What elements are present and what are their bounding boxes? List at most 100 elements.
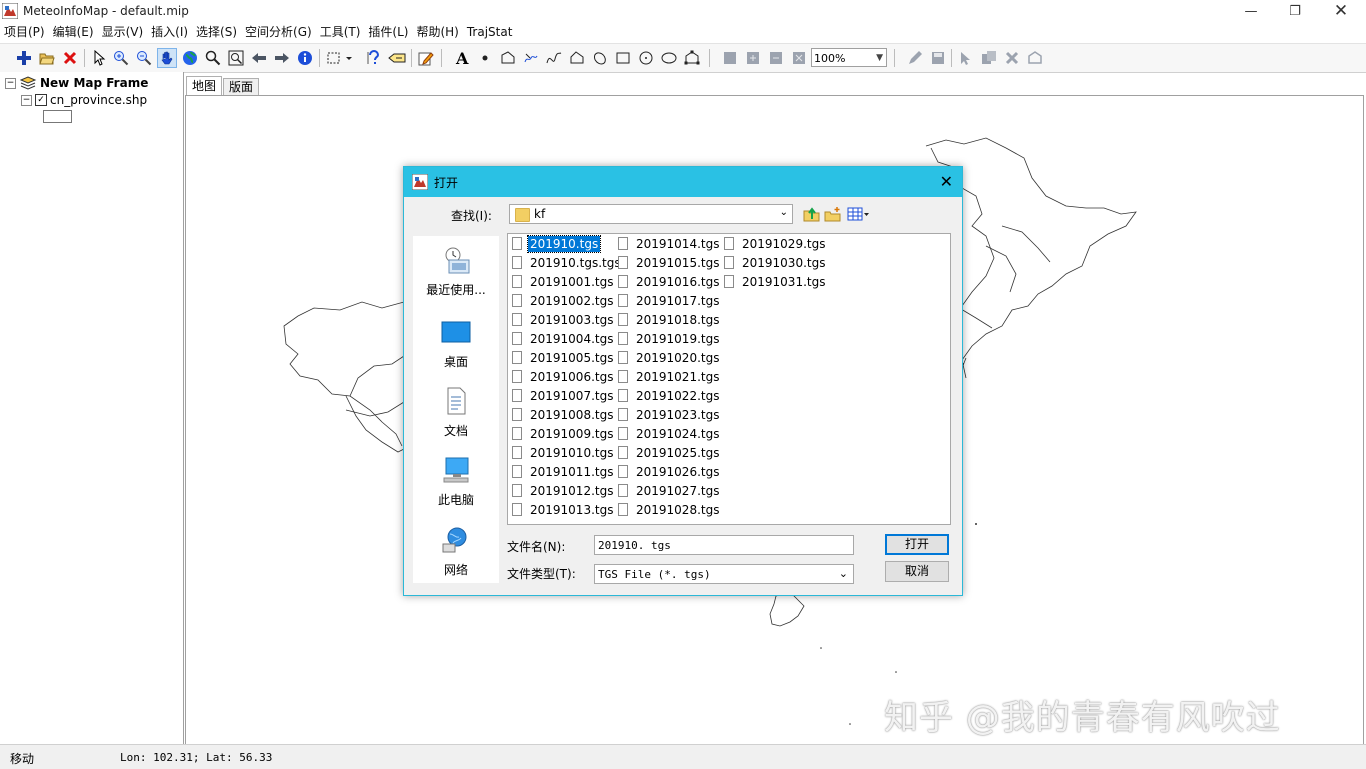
- file-item[interactable]: 20191024.tgs: [616, 424, 721, 443]
- select-feature-button[interactable]: [956, 48, 976, 68]
- filetype-select[interactable]: TGS File (*. tgs) ⌄: [594, 564, 854, 584]
- edit-feature-button[interactable]: [905, 48, 925, 68]
- select-by-rect-button[interactable]: [325, 48, 355, 68]
- file-item[interactable]: 20191004.tgs: [510, 329, 615, 348]
- map-frame-node[interactable]: − New Map Frame: [5, 76, 148, 90]
- file-item[interactable]: 20191005.tgs: [510, 348, 615, 367]
- save-edit-button[interactable]: [928, 48, 948, 68]
- menu-insert[interactable]: 插入(I): [147, 22, 192, 42]
- file-item[interactable]: 20191019.tgs: [616, 329, 721, 348]
- file-item[interactable]: 20191008.tgs: [510, 405, 615, 424]
- file-item[interactable]: 20191030.tgs: [722, 253, 827, 272]
- zoom-level-select[interactable]: 100% ▼: [811, 48, 887, 67]
- file-item[interactable]: 20191025.tgs: [616, 443, 721, 462]
- polygon-tool-button[interactable]: [567, 48, 587, 68]
- previous-extent-button[interactable]: [249, 48, 269, 68]
- menu-edit[interactable]: 编辑(E): [49, 22, 98, 42]
- menu-view[interactable]: 显示(V): [98, 22, 148, 42]
- zoom-button[interactable]: [203, 48, 223, 68]
- cancel-button[interactable]: 取消: [885, 561, 949, 582]
- open-button[interactable]: 打开: [885, 534, 949, 555]
- file-list[interactable]: 201910.tgs 201910.tgs.tgs 20191001.tgs 2019…: [507, 233, 951, 525]
- place-documents[interactable]: 文档: [413, 387, 499, 439]
- next-extent-button[interactable]: [272, 48, 292, 68]
- freehand-tool-button[interactable]: [521, 48, 541, 68]
- tab-map[interactable]: 地图: [186, 76, 223, 96]
- file-item[interactable]: 20191003.tgs: [510, 310, 615, 329]
- file-item[interactable]: 20191010.tgs: [510, 443, 615, 462]
- layout-zoom-out-button[interactable]: [766, 48, 786, 68]
- layout-pan-button[interactable]: [789, 48, 809, 68]
- new-layout-button[interactable]: [720, 48, 740, 68]
- file-item[interactable]: 20191026.tgs: [616, 462, 721, 481]
- open-project-button[interactable]: [37, 48, 57, 68]
- zoom-to-layer-button[interactable]: [226, 48, 246, 68]
- layer-node[interactable]: − ✓ cn_province.shp: [21, 93, 147, 107]
- curve-polygon-tool-button[interactable]: [590, 48, 610, 68]
- place-network[interactable]: 网络: [413, 526, 499, 578]
- pan-tool-button[interactable]: [157, 48, 177, 68]
- place-this-pc[interactable]: 此电脑: [413, 456, 499, 508]
- file-item[interactable]: 201910.tgs: [510, 234, 602, 253]
- layout-zoom-in-button[interactable]: [743, 48, 763, 68]
- menu-project[interactable]: 项目(P): [0, 22, 49, 42]
- up-folder-button[interactable]: [802, 205, 822, 223]
- zoom-out-button[interactable]: [134, 48, 154, 68]
- file-item[interactable]: 20191011.tgs: [510, 462, 615, 481]
- curve-tool-button[interactable]: [544, 48, 564, 68]
- collapse-icon[interactable]: −: [5, 77, 16, 89]
- file-item[interactable]: 20191001.tgs: [510, 272, 615, 291]
- file-item[interactable]: 20191014.tgs: [616, 234, 721, 253]
- ellipse-tool-button[interactable]: [659, 48, 679, 68]
- identify-button[interactable]: [295, 48, 315, 68]
- restore-button[interactable]: ❐: [1272, 0, 1318, 22]
- menu-spatial-analysis[interactable]: 空间分析(G): [241, 22, 316, 42]
- menu-tools[interactable]: 工具(T): [316, 22, 365, 42]
- select-tool-button[interactable]: [89, 48, 109, 68]
- file-item[interactable]: 20191009.tgs: [510, 424, 615, 443]
- file-item[interactable]: 20191016.tgs: [616, 272, 721, 291]
- close-window-button[interactable]: ✕: [1318, 0, 1364, 22]
- line-tool-button[interactable]: [498, 48, 518, 68]
- new-folder-button[interactable]: [823, 205, 843, 223]
- edit-button[interactable]: [416, 48, 436, 68]
- file-item[interactable]: 20191002.tgs: [510, 291, 615, 310]
- file-item[interactable]: 20191007.tgs: [510, 386, 615, 405]
- file-item[interactable]: 20191027.tgs: [616, 481, 721, 500]
- dialog-titlebar[interactable]: 打开 ✕: [404, 167, 962, 197]
- point-tool-button[interactable]: [475, 48, 495, 68]
- file-item[interactable]: 20191013.tgs: [510, 500, 615, 519]
- menu-trajstat[interactable]: TrajStat: [463, 22, 517, 42]
- file-item[interactable]: 201910.tgs.tgs: [510, 253, 623, 272]
- menu-help[interactable]: 帮助(H): [412, 22, 462, 42]
- file-item[interactable]: 20191021.tgs: [616, 367, 721, 386]
- file-item[interactable]: 20191029.tgs: [722, 234, 827, 253]
- close-icon[interactable]: ✕: [940, 172, 953, 191]
- layer-visibility-checkbox[interactable]: ✓: [35, 94, 47, 106]
- reshape-feature-button[interactable]: [1025, 48, 1045, 68]
- tab-layout[interactable]: 版面: [223, 78, 260, 96]
- file-item[interactable]: 20191028.tgs: [616, 500, 721, 519]
- delete-feature-button[interactable]: [1002, 48, 1022, 68]
- copy-feature-button[interactable]: [979, 48, 999, 68]
- full-extent-button[interactable]: [180, 48, 200, 68]
- rectangle-tool-button[interactable]: [613, 48, 633, 68]
- label-button[interactable]: [387, 48, 407, 68]
- collapse-icon[interactable]: −: [21, 94, 32, 106]
- view-menu-button[interactable]: [846, 205, 872, 223]
- minimize-button[interactable]: —: [1228, 0, 1274, 22]
- file-item[interactable]: 20191018.tgs: [616, 310, 721, 329]
- file-item[interactable]: 20191015.tgs: [616, 253, 721, 272]
- lookin-dropdown[interactable]: kf ⌄: [509, 204, 793, 224]
- remove-layer-button[interactable]: [60, 48, 80, 68]
- file-item[interactable]: 20191020.tgs: [616, 348, 721, 367]
- filename-input[interactable]: 201910. tgs: [594, 535, 854, 555]
- place-desktop[interactable]: 桌面: [413, 318, 499, 370]
- file-item[interactable]: 20191006.tgs: [510, 367, 615, 386]
- help-query-button[interactable]: [364, 48, 384, 68]
- place-recent[interactable]: 最近使用...: [413, 246, 499, 298]
- menu-plugins[interactable]: 插件(L): [364, 22, 412, 42]
- file-item[interactable]: 20191022.tgs: [616, 386, 721, 405]
- text-tool-button[interactable]: A: [452, 48, 472, 68]
- file-item[interactable]: 20191023.tgs: [616, 405, 721, 424]
